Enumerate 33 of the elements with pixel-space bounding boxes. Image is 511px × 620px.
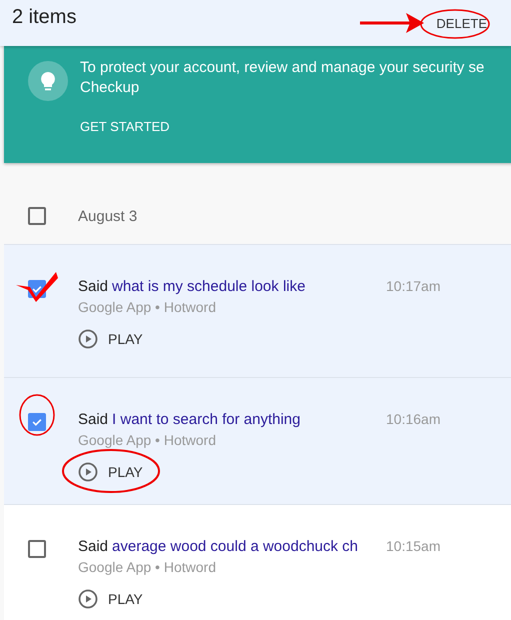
- play-button[interactable]: PLAY: [78, 329, 143, 349]
- source-label: Google App • Hotword: [78, 559, 217, 575]
- check-mark-drawing: [16, 272, 58, 302]
- checkbox[interactable]: [28, 413, 46, 431]
- banner-message: To protect your account, review and manage your security se Checkup: [80, 58, 484, 98]
- play-button[interactable]: PLAY: [78, 589, 143, 609]
- said-label: Said: [78, 538, 108, 555]
- checkbox[interactable]: [28, 540, 46, 558]
- play-icon: [78, 462, 98, 482]
- query-link[interactable]: I want to search for anything: [112, 411, 300, 428]
- source-label: Google App • Hotword: [78, 299, 217, 315]
- date-heading: August 3: [78, 208, 138, 224]
- timestamp: 10:17am: [386, 278, 440, 295]
- activity-item[interactable]: Said average wood could a woodchuck ch 10:15am Google App • Hotword PLAY: [4, 504, 511, 620]
- said-label: Said: [78, 411, 108, 428]
- selection-count: 2 items: [12, 6, 76, 29]
- activity-item[interactable]: Said I want to search for anything 10:16am Google App • Hotword PLAY: [4, 377, 511, 504]
- delete-button[interactable]: DELETE: [434, 16, 489, 31]
- query-link[interactable]: average wood could a woodchuck ch: [112, 538, 358, 555]
- play-button[interactable]: PLAY: [78, 462, 143, 482]
- highlight-ellipse: [420, 9, 490, 39]
- lightbulb-icon: [28, 61, 68, 101]
- play-icon: [78, 329, 98, 349]
- play-icon: [78, 589, 98, 609]
- query-link[interactable]: what is my schedule look like: [112, 278, 306, 295]
- source-label: Google App • Hotword: [78, 432, 217, 448]
- annotation-arrow: [360, 13, 424, 33]
- checkbox[interactable]: [28, 207, 46, 225]
- activity-item[interactable]: Said what is my schedule look like 10:17am Google App • Hotword PLAY: [4, 244, 511, 377]
- timestamp: 10:15am: [386, 538, 440, 555]
- said-label: Said: [78, 278, 108, 295]
- highlight-ellipse: [19, 394, 55, 436]
- timestamp: 10:16am: [386, 411, 440, 428]
